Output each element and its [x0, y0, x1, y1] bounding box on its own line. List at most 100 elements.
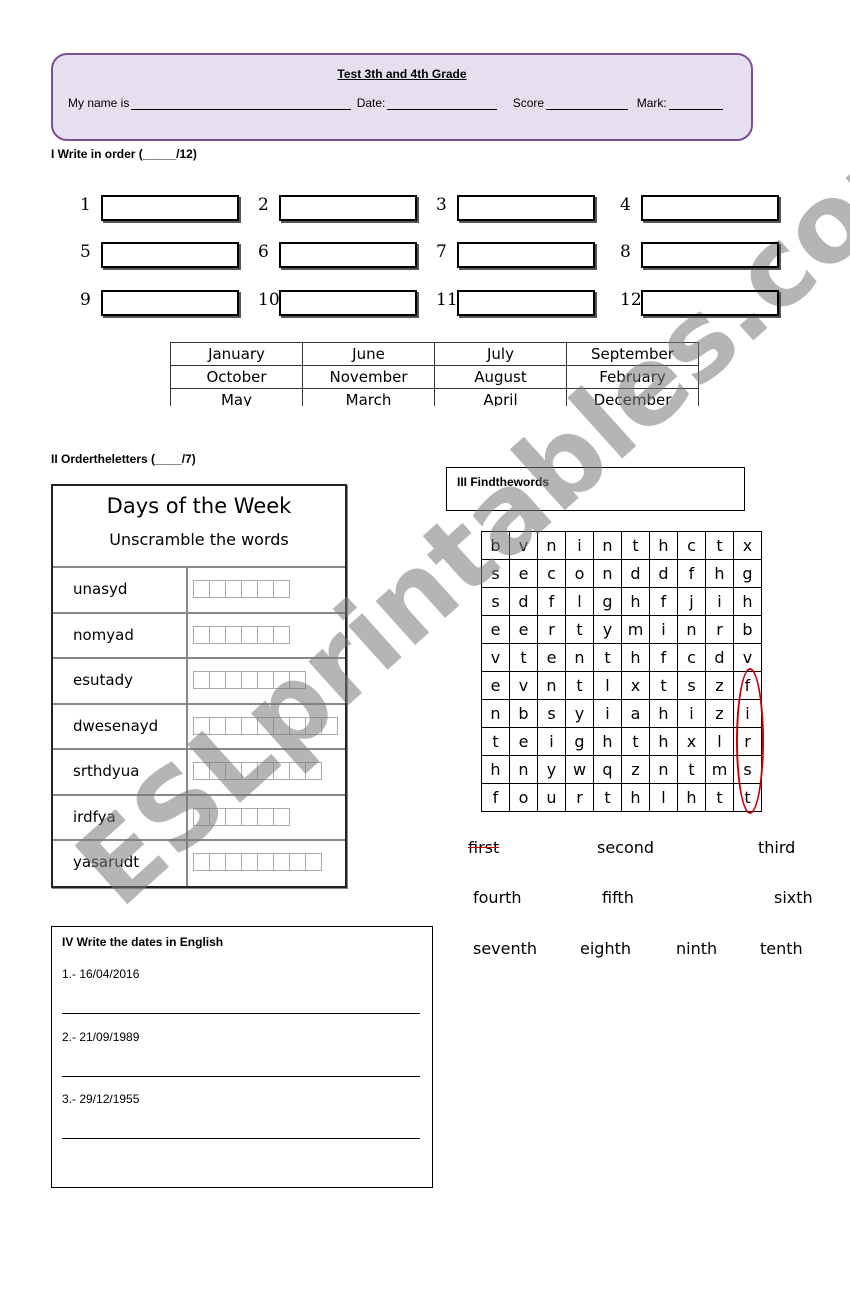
letter-box[interactable]	[257, 580, 274, 598]
grid-cell[interactable]: h	[649, 727, 678, 756]
answer-box-12[interactable]	[641, 290, 779, 316]
grid-cell[interactable]: j	[677, 587, 706, 616]
letter-box[interactable]	[321, 716, 338, 735]
letter-box[interactable]	[241, 853, 258, 871]
score-field[interactable]	[546, 97, 629, 110]
grid-cell[interactable]: m	[621, 615, 650, 644]
letter-box[interactable]	[193, 625, 210, 644]
grid-cell[interactable]: z	[621, 755, 650, 784]
letter-box[interactable]	[273, 807, 290, 826]
answer-box-7[interactable]	[457, 242, 595, 268]
letter-box[interactable]	[241, 762, 258, 780]
grid-cell[interactable]: t	[621, 727, 650, 756]
letter-box[interactable]	[225, 807, 242, 826]
grid-cell[interactable]: c	[677, 643, 706, 672]
grid-cell[interactable]: g	[733, 559, 762, 588]
answer-box-2[interactable]	[279, 195, 417, 221]
letter-box[interactable]	[305, 716, 322, 735]
grid-cell[interactable]: l	[705, 727, 734, 756]
answer-box-5[interactable]	[101, 242, 239, 268]
grid-cell[interactable]: n	[565, 643, 594, 672]
letter-box[interactable]	[257, 807, 274, 826]
grid-cell[interactable]: v	[733, 643, 762, 672]
answer-line[interactable]	[62, 1013, 420, 1014]
letter-box[interactable]	[225, 625, 242, 644]
grid-cell[interactable]: h	[621, 783, 650, 812]
grid-cell[interactable]: y	[565, 699, 594, 728]
letter-box[interactable]	[241, 807, 258, 826]
grid-cell[interactable]: n	[537, 531, 566, 560]
grid-cell[interactable]: y	[593, 615, 622, 644]
letter-box[interactable]	[257, 762, 274, 780]
grid-cell[interactable]: e	[509, 559, 538, 588]
answer-line[interactable]	[62, 1138, 420, 1139]
letter-box[interactable]	[289, 853, 306, 871]
grid-cell[interactable]: y	[537, 755, 566, 784]
grid-cell[interactable]: w	[565, 755, 594, 784]
grid-cell[interactable]: h	[649, 699, 678, 728]
answer-line[interactable]	[62, 1075, 420, 1077]
letter-box[interactable]	[225, 762, 242, 780]
grid-cell[interactable]: v	[481, 643, 510, 672]
grid-cell[interactable]: i	[705, 587, 734, 616]
letter-box[interactable]	[241, 580, 258, 598]
grid-cell[interactable]: q	[593, 755, 622, 784]
grid-cell[interactable]: l	[565, 587, 594, 616]
grid-cell[interactable]: t	[509, 643, 538, 672]
letter-box[interactable]	[273, 671, 290, 689]
grid-cell[interactable]: h	[481, 755, 510, 784]
letter-box[interactable]	[193, 762, 210, 780]
grid-cell[interactable]: s	[537, 699, 566, 728]
letter-box[interactable]	[209, 716, 226, 735]
grid-cell[interactable]: d	[649, 559, 678, 588]
answer-box-4[interactable]	[641, 195, 779, 221]
letter-box[interactable]	[241, 671, 258, 689]
grid-cell[interactable]: e	[537, 643, 566, 672]
grid-cell[interactable]: n	[509, 755, 538, 784]
grid-cell[interactable]: h	[677, 783, 706, 812]
letter-box[interactable]	[241, 625, 258, 644]
grid-cell[interactable]: o	[509, 783, 538, 812]
answer-box-9[interactable]	[101, 290, 239, 316]
grid-cell[interactable]: d	[621, 559, 650, 588]
grid-cell[interactable]: l	[593, 671, 622, 700]
grid-cell[interactable]: f	[481, 783, 510, 812]
answer-box-8[interactable]	[641, 242, 779, 268]
letter-box[interactable]	[209, 625, 226, 644]
grid-cell[interactable]: h	[733, 587, 762, 616]
grid-cell[interactable]: i	[649, 615, 678, 644]
letter-box[interactable]	[273, 580, 290, 598]
answer-box-11[interactable]	[457, 290, 595, 316]
grid-cell[interactable]: m	[705, 755, 734, 784]
grid-cell[interactable]: i	[537, 727, 566, 756]
letter-box[interactable]	[289, 716, 306, 735]
grid-cell[interactable]: h	[621, 587, 650, 616]
letter-box[interactable]	[257, 625, 274, 644]
grid-cell[interactable]: e	[481, 671, 510, 700]
grid-cell[interactable]: n	[481, 699, 510, 728]
letter-box[interactable]	[273, 716, 290, 735]
grid-cell[interactable]: t	[705, 531, 734, 560]
grid-cell[interactable]: c	[677, 531, 706, 560]
grid-cell[interactable]: i	[593, 699, 622, 728]
answer-box-6[interactable]	[279, 242, 417, 268]
grid-cell[interactable]: f	[537, 587, 566, 616]
grid-cell[interactable]: z	[705, 699, 734, 728]
letter-box[interactable]	[193, 807, 210, 826]
grid-cell[interactable]: t	[705, 783, 734, 812]
grid-cell[interactable]: h	[705, 559, 734, 588]
grid-cell[interactable]: s	[677, 671, 706, 700]
grid-cell[interactable]: b	[733, 615, 762, 644]
letter-box[interactable]	[273, 762, 290, 780]
grid-cell[interactable]: v	[509, 671, 538, 700]
grid-cell[interactable]: n	[677, 615, 706, 644]
grid-cell[interactable]: o	[565, 559, 594, 588]
grid-cell[interactable]: g	[593, 587, 622, 616]
grid-cell[interactable]: e	[481, 615, 510, 644]
grid-cell[interactable]: d	[705, 643, 734, 672]
grid-cell[interactable]: e	[509, 615, 538, 644]
letter-box[interactable]	[225, 580, 242, 598]
letter-box[interactable]	[225, 716, 242, 735]
answer-box-3[interactable]	[457, 195, 595, 221]
mark-field[interactable]	[668, 97, 723, 110]
